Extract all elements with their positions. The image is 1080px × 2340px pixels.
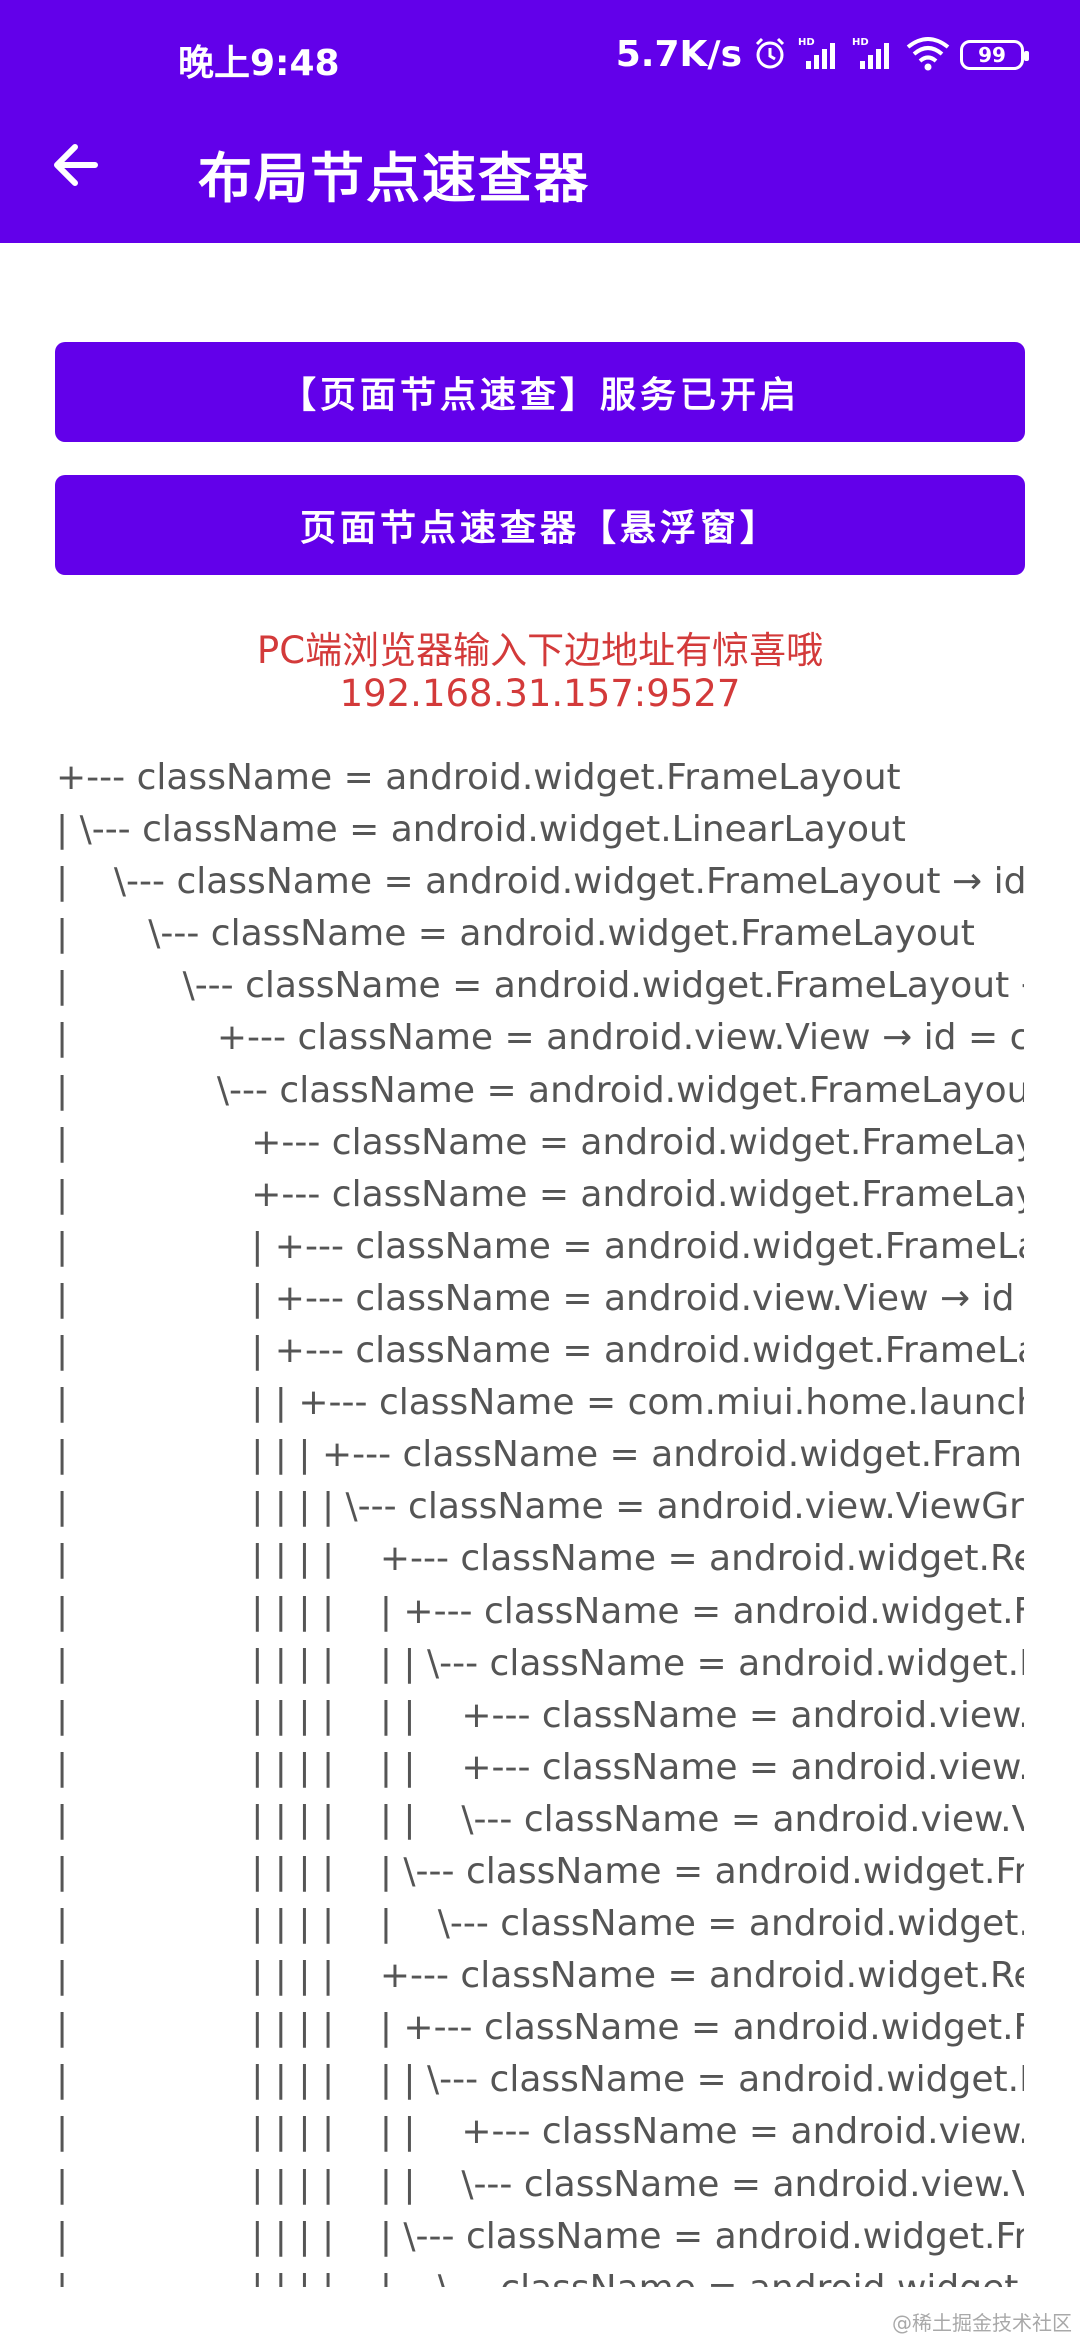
tree-line: | | +--- className = android.widget.Fram…	[56, 1330, 1024, 1372]
svg-text:HD: HD	[798, 37, 815, 48]
tree-line: | | | | | | +--- className = android.wid…	[56, 2007, 1024, 2049]
back-arrow-icon[interactable]	[40, 130, 110, 200]
tree-line: | | | | | | | \--- className = android.v…	[56, 2163, 1024, 2205]
signal-hd-icon-2: HD	[852, 35, 896, 75]
tree-line: | | | | | | +--- className = android.wid…	[56, 1590, 1024, 1632]
tree-line: | | | | | | \--- className = android.wid…	[56, 1903, 1024, 1945]
server-address: 192.168.31.157:9527	[339, 672, 741, 715]
tree-line: | | | | | | \--- className = android.wid…	[56, 2215, 1024, 2257]
tree-line: | | | | | | | +--- className = android.v…	[56, 1746, 1024, 1788]
wifi-icon	[906, 35, 950, 75]
tree-line: | | | | | | | \--- className = android.v…	[56, 1798, 1024, 1840]
battery-level: 99	[978, 42, 1006, 67]
tree-line: | | +--- className = android.widget.Fram…	[56, 1225, 1024, 1267]
tree-line: | \--- className = android.widget.FrameL…	[56, 913, 975, 955]
tree-line: | | | | | | \--- className = android.wid…	[56, 2263, 1024, 2287]
tree-line: | | | | | | \--- className = android.wid…	[56, 1850, 1024, 1892]
tree-line: | \--- className = android.widget.FrameL…	[56, 965, 1024, 1007]
status-icons: 5.7K/s HD HD 99	[615, 34, 1029, 75]
tree-line: +--- className = android.widget.FrameLay…	[56, 757, 901, 798]
alarm-icon	[752, 35, 788, 75]
tree-line: | | +--- className = android.view.View →…	[56, 1277, 1024, 1319]
watermark: @稀土掘金技术社区	[892, 2311, 1072, 2335]
signal-hd-icon: HD	[798, 35, 842, 75]
tree-line: | | | +--- className = com.miui.home.lau…	[56, 1382, 1024, 1424]
notice-text: PC端浏览器输入下边地址有惊喜哦	[256, 629, 824, 672]
service-status-button[interactable]: 【页面节点速查】服务已开启	[55, 342, 1025, 442]
tree-line: | | | | | | | \--- className = android.w…	[56, 1642, 1024, 1684]
tree-line: | | | | | +--- className = android.widge…	[56, 1955, 1024, 1997]
tree-line: | +--- className = android.widget.FrameL…	[56, 1173, 1024, 1215]
network-speed: 5.7K/s	[615, 34, 742, 75]
tree-line: | | | | | | | +--- className = android.v…	[56, 2111, 1024, 2153]
tree-line: | | | | | \--- className = android.view.…	[56, 1486, 1024, 1528]
tree-line: | \--- className = android.widget.Linear…	[56, 809, 906, 851]
page-title: 布局节点速查器	[198, 147, 590, 210]
tree-line: | | | | | | | \--- className = android.w…	[56, 2059, 1024, 2101]
tree-line: | \--- className = android.widget.FrameL…	[56, 861, 1024, 903]
tree-line: | | | | +--- className = android.widget.…	[56, 1434, 1024, 1476]
tree-line: | +--- className = android.widget.FrameL…	[56, 1121, 1024, 1163]
battery-icon: 99	[960, 39, 1029, 70]
svg-text:HD: HD	[852, 37, 869, 48]
tree-line: | \--- className = android.widget.FrameL…	[56, 1069, 1024, 1111]
tree-line: | | | | | | | +--- className = android.v…	[56, 1694, 1024, 1736]
node-tree: +--- className = android.widget.FrameLay…	[56, 752, 1024, 2287]
status-time: 晚上9:48	[178, 43, 340, 84]
floating-window-button[interactable]: 页面节点速查器【悬浮窗】	[55, 475, 1025, 575]
app-bar: 晚上9:48 5.7K/s HD HD 99 布局节点速查器	[0, 0, 1080, 243]
tree-line: | +--- className = android.view.View → i…	[56, 1017, 1024, 1059]
tree-line: | | | | | +--- className = android.widge…	[56, 1538, 1024, 1580]
